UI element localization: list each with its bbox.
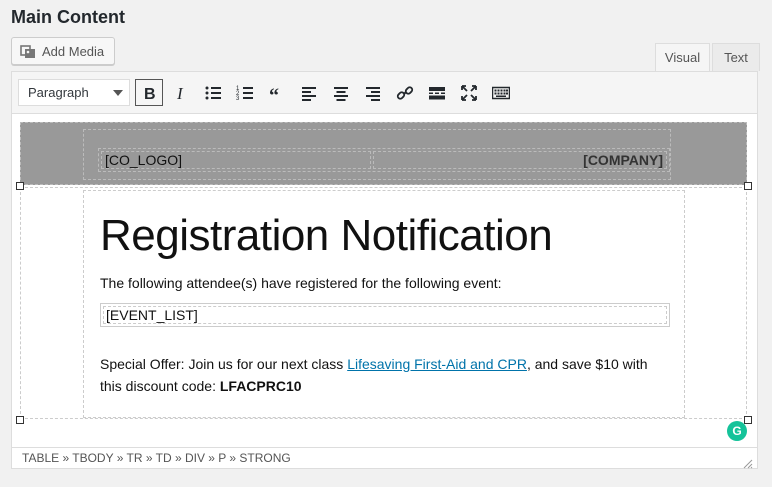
add-media-label: Add Media	[42, 43, 105, 59]
tab-text[interactable]: Text	[712, 43, 760, 71]
keyboard-icon	[492, 86, 510, 99]
svg-text:I: I	[176, 84, 184, 102]
special-offer-paragraph: Special Offer: Join us for our next clas…	[100, 353, 670, 397]
fullscreen-icon	[461, 84, 477, 101]
blockquote-icon: “	[269, 85, 279, 102]
event-list-placeholder[interactable]: [EVENT_LIST]	[103, 306, 667, 324]
resize-handle-top-right[interactable]	[744, 182, 752, 190]
bulleted-list-button[interactable]	[199, 79, 227, 106]
discount-code: LFACPRC10	[219, 378, 302, 394]
insert-link-button[interactable]	[391, 79, 419, 106]
header-table: [CO_LOGO] [COMPANY]	[83, 129, 671, 180]
read-more-icon	[429, 86, 445, 99]
tab-visual[interactable]: Visual	[655, 43, 710, 71]
numbered-list-button[interactable]: 123	[231, 79, 259, 106]
page-title: Main Content	[11, 7, 125, 27]
logo-placeholder[interactable]: [CO_LOGO]	[101, 151, 371, 169]
media-icon	[20, 43, 36, 59]
company-placeholder[interactable]: [COMPANY]	[373, 151, 667, 169]
align-right-button[interactable]	[359, 79, 387, 106]
format-select-value: Paragraph	[28, 85, 89, 100]
italic-icon: I	[176, 84, 184, 102]
svg-text:3: 3	[236, 96, 240, 102]
read-more-button[interactable]	[423, 79, 451, 106]
element-path: TABLE » TBODY » TR » TD » DIV » P » STRO…	[22, 451, 291, 465]
email-header-band: [CO_LOGO] [COMPANY]	[20, 122, 747, 185]
align-left-icon	[302, 86, 316, 101]
link-icon	[396, 85, 414, 100]
numbered-list-icon: 123	[236, 86, 253, 102]
fullscreen-button[interactable]	[455, 79, 483, 106]
align-center-icon	[334, 86, 348, 101]
toolbar-toggle-button[interactable]	[487, 79, 515, 106]
format-select[interactable]: Paragraph	[18, 79, 130, 106]
resize-handle-top-left[interactable]	[16, 182, 24, 190]
header-row: [CO_LOGO] [COMPANY]	[98, 148, 670, 172]
bold-button[interactable]: B	[135, 79, 163, 106]
editor-toolbar: Paragraph B I 123 “	[12, 72, 757, 114]
element-path-statusbar: TABLE » TBODY » TR » TD » DIV » P » STRO…	[12, 447, 757, 469]
intro-text: The following attendee(s) have registere…	[100, 275, 502, 291]
svg-text:“: “	[269, 85, 279, 102]
editor: Paragraph B I 123 “ [CO_LOGO] [COMPANY] …	[11, 71, 758, 469]
svg-text:B: B	[144, 86, 156, 102]
chevron-down-icon	[113, 90, 123, 96]
add-media-button[interactable]: Add Media	[11, 37, 115, 65]
grammarly-icon[interactable]: G	[727, 421, 747, 441]
align-center-button[interactable]	[327, 79, 355, 106]
event-list-table: [EVENT_LIST]	[100, 303, 670, 327]
align-left-button[interactable]	[295, 79, 323, 106]
blockquote-button[interactable]: “	[263, 79, 291, 106]
offer-prefix: Special Offer: Join us for our next clas…	[100, 356, 348, 372]
resize-grip-icon[interactable]	[743, 455, 753, 469]
class-link[interactable]: Lifesaving First-Aid and CPR	[347, 356, 527, 372]
align-right-icon	[366, 86, 380, 101]
resize-handle-bottom-right[interactable]	[744, 416, 752, 424]
editor-content[interactable]: [CO_LOGO] [COMPANY] Registration Notific…	[12, 115, 757, 447]
body-table[interactable]: Registration Notification The following …	[20, 187, 747, 419]
bulleted-list-icon	[205, 86, 221, 99]
resize-handle-bottom-left[interactable]	[16, 416, 24, 424]
bold-icon: B	[144, 86, 156, 102]
headline: Registration Notification	[100, 211, 553, 260]
body-cell: Registration Notification The following …	[83, 190, 685, 418]
italic-button[interactable]: I	[167, 79, 195, 106]
